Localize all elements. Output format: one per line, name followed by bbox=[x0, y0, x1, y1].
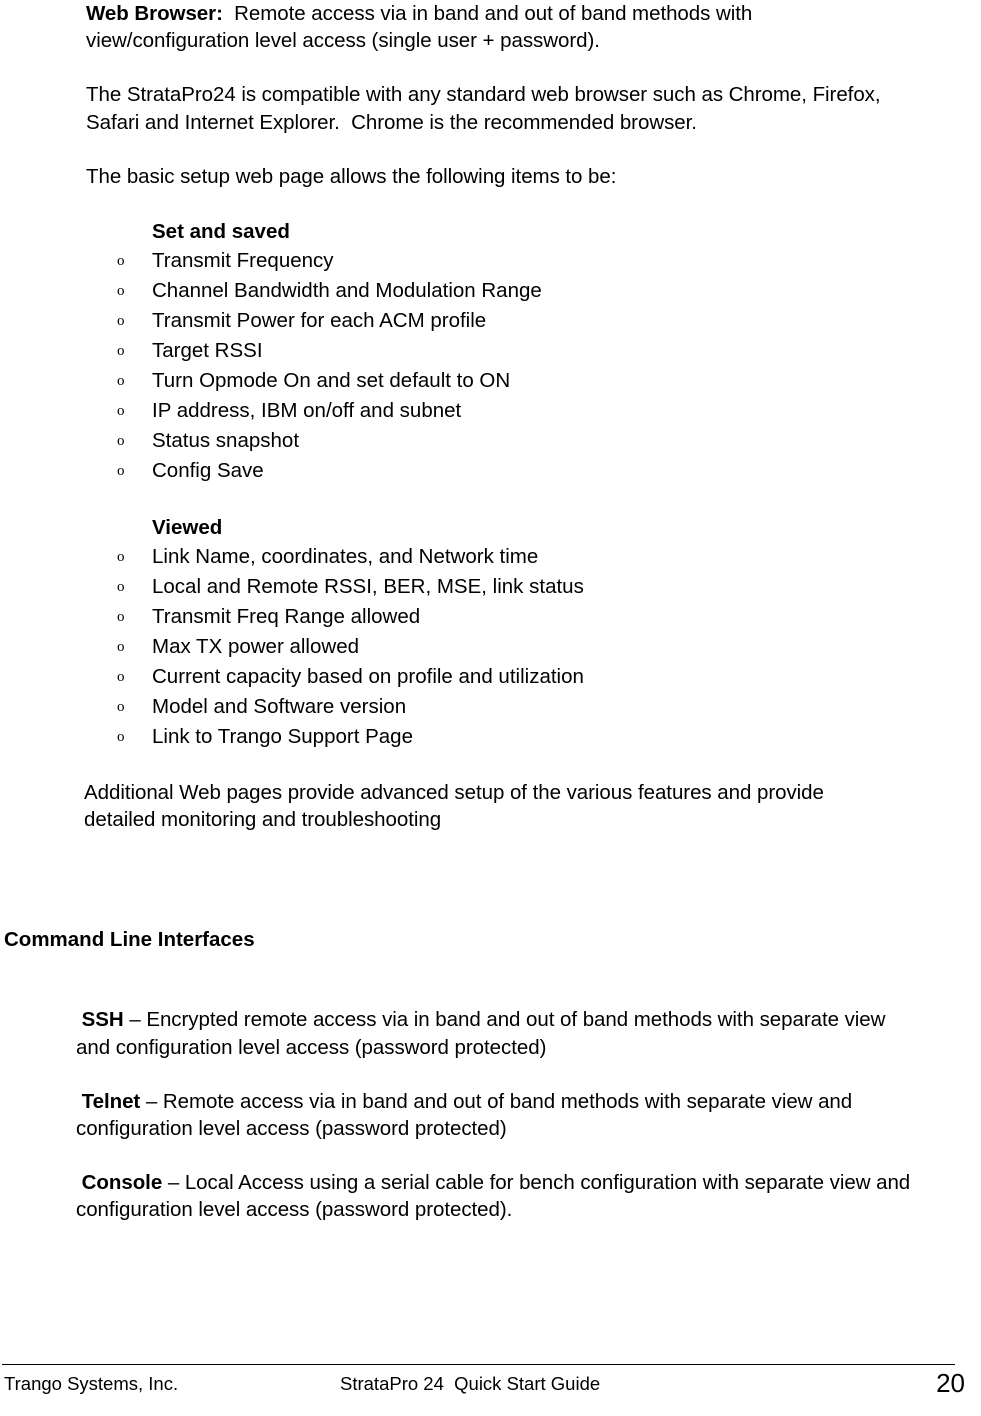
paragraph-additional-web-pages: Additional Web pages provide advanced se… bbox=[84, 781, 830, 832]
list-set-and-saved: o Transmit Frequency o Channel Bandwidth a… bbox=[0, 246, 981, 486]
list-item: o Config Save bbox=[0, 456, 981, 486]
section-heading-command-line-interfaces: Command Line Interfaces bbox=[4, 928, 255, 952]
bullet-circle-icon: o bbox=[117, 373, 125, 390]
list-item-label: Transmit Power for each ACM profile bbox=[152, 309, 487, 333]
footer-divider bbox=[2, 1364, 955, 1365]
list-item: o Status snapshot bbox=[0, 426, 981, 456]
list-item: o IP address, IBM on/off and subnet bbox=[0, 396, 981, 426]
list-item-label: Config Save bbox=[152, 459, 264, 483]
bullet-circle-icon: o bbox=[117, 729, 125, 746]
list-heading-viewed: Viewed bbox=[152, 516, 223, 540]
ssh-label: SSH bbox=[76, 1008, 124, 1032]
bullet-circle-icon: o bbox=[117, 579, 125, 596]
list-item-label: Model and Software version bbox=[152, 695, 407, 719]
console-text: – Local Access using a serial cable for … bbox=[76, 1171, 916, 1222]
list-heading-set-and-saved: Set and saved bbox=[152, 220, 290, 244]
bullet-circle-icon: o bbox=[117, 403, 125, 420]
list-item: o Local and Remote RSSI, BER, MSE, link s… bbox=[0, 572, 981, 602]
bullet-circle-icon: o bbox=[117, 699, 125, 716]
list-item: o Model and Software version bbox=[0, 692, 981, 722]
bullet-circle-icon: o bbox=[117, 283, 125, 300]
list-item: o Transmit Freq Range allowed bbox=[0, 602, 981, 632]
list-item-label: Target RSSI bbox=[152, 339, 263, 363]
bullet-circle-icon: o bbox=[117, 343, 125, 360]
paragraph-ssh: SSH – Encrypted remote access via in ban… bbox=[76, 1006, 916, 1060]
paragraph-basic-setup-intro: The basic setup web page allows the foll… bbox=[86, 164, 617, 188]
page-footer: Trango Systems, Inc. StrataPro 24 Quick … bbox=[0, 1364, 981, 1416]
bullet-circle-icon: o bbox=[117, 669, 125, 686]
footer-row: Trango Systems, Inc. StrataPro 24 Quick … bbox=[0, 1368, 981, 1410]
list-item: o Current capacity based on profile and u… bbox=[0, 662, 981, 692]
list-item: o Transmit Power for each ACM profile bbox=[0, 306, 981, 336]
bullet-circle-icon: o bbox=[117, 313, 125, 330]
list-item: o Transmit Frequency bbox=[0, 246, 981, 276]
telnet-text: – Remote access via in band and out of b… bbox=[76, 1089, 858, 1141]
list-item: o Channel Bandwidth and Modulation Range bbox=[0, 276, 981, 306]
bullet-circle-icon: o bbox=[117, 549, 125, 566]
footer-document-title: StrataPro 24 Quick Start Guide bbox=[340, 1373, 601, 1394]
list-item: o Turn Opmode On and set default to ON bbox=[0, 366, 981, 396]
bullet-circle-icon: o bbox=[117, 609, 125, 626]
document-page: Web Browser: Remote access via in band a… bbox=[0, 0, 981, 1416]
list-item: o Link to Trango Support Page bbox=[0, 722, 981, 752]
ssh-text: – Encrypted remote access via in band an… bbox=[76, 1008, 892, 1059]
list-item-label: Turn Opmode On and set default to ON bbox=[152, 369, 511, 393]
console-label: Console bbox=[76, 1171, 163, 1195]
bullet-circle-icon: o bbox=[117, 639, 125, 656]
list-item-label: Status snapshot bbox=[152, 429, 300, 453]
bullet-circle-icon: o bbox=[117, 433, 125, 450]
list-item-label: Current capacity based on profile and ut… bbox=[152, 665, 584, 689]
page-content: Web Browser: Remote access via in band a… bbox=[0, 0, 981, 1224]
list-item-label: Channel Bandwidth and Modulation Range bbox=[152, 279, 542, 303]
footer-company-name: Trango Systems, Inc. bbox=[4, 1373, 179, 1394]
list-item: o Max TX power allowed bbox=[0, 632, 981, 662]
list-item: o Link Name, coordinates, and Network tim… bbox=[0, 542, 981, 572]
list-item-label: Transmit Frequency bbox=[152, 249, 334, 273]
web-browser-label: Web Browser: bbox=[86, 2, 223, 25]
list-item-label: Transmit Freq Range allowed bbox=[152, 605, 421, 629]
paragraph-telnet: Telnet – Remote access via in band and o… bbox=[76, 1088, 916, 1142]
list-item-label: IP address, IBM on/off and subnet bbox=[152, 399, 462, 423]
paragraph-compatibility: The StrataPro24 is compatible with any s… bbox=[86, 83, 887, 134]
list-item: o Target RSSI bbox=[0, 336, 981, 366]
bullet-circle-icon: o bbox=[117, 463, 125, 480]
telnet-label: Telnet bbox=[76, 1089, 141, 1113]
bullet-circle-icon: o bbox=[117, 253, 125, 270]
list-viewed: o Link Name, coordinates, and Network tim… bbox=[0, 542, 981, 752]
list-item-label: Link Name, coordinates, and Network time bbox=[152, 545, 539, 569]
paragraph-console: Console – Local Access using a serial ca… bbox=[76, 1169, 916, 1223]
paragraph-web-browser: Web Browser: Remote access via in band a… bbox=[86, 0, 898, 54]
list-item-label: Max TX power allowed bbox=[152, 635, 359, 659]
list-item-label: Local and Remote RSSI, BER, MSE, link st… bbox=[152, 575, 584, 599]
footer-page-number: 20 bbox=[936, 1368, 965, 1398]
list-item-label: Link to Trango Support Page bbox=[152, 725, 413, 749]
